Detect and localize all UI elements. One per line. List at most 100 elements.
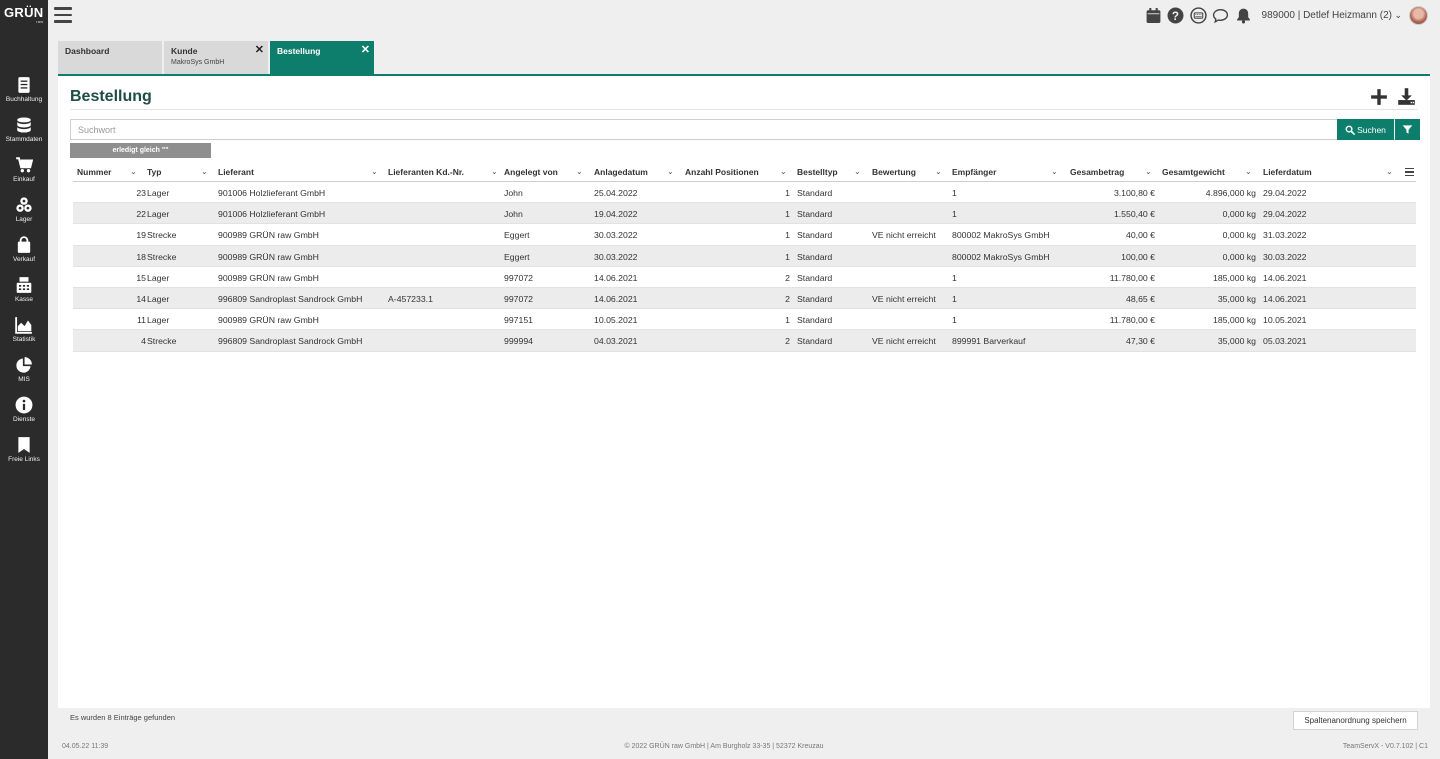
boxes-icon: [16, 197, 32, 212]
chat-icon[interactable]: [1212, 7, 1229, 24]
area-chart-icon: [15, 317, 32, 334]
column-header[interactable]: Lieferant: [218, 167, 254, 177]
close-icon[interactable]: ✕: [361, 43, 370, 56]
table-cell: 996809 Sandroplast Sandrock GmbH: [218, 336, 363, 347]
table-cell: VE nicht erreicht: [872, 230, 936, 241]
tab-kunde[interactable]: Kunde MakroSys GmbH ✕: [164, 41, 268, 75]
active-filter-chip[interactable]: erledigt gleich "": [70, 143, 211, 158]
table-row[interactable]: 22 Lager 901006 Holzlieferant GmbH John 19.0…: [73, 203, 1416, 225]
column-header[interactable]: Anlagedatum: [594, 167, 648, 177]
table-cell: 2: [785, 272, 790, 283]
table-cell: Standard: [797, 293, 833, 304]
sidebar-item-buchhaltung[interactable]: Buchhaltung: [0, 76, 48, 112]
search-button[interactable]: Suchen: [1337, 119, 1394, 140]
table-row[interactable]: 14 Lager 996809 Sandroplast Sandrock GmbH A…: [73, 287, 1416, 310]
table-cell: 2: [785, 293, 790, 304]
table-row[interactable]: 18 Strecke 900989 GRÜN raw GmbH Eggert 30.03…: [73, 245, 1416, 267]
chevron-down-icon[interactable]: ⌄: [1245, 167, 1252, 176]
table-row[interactable]: 15 Lager 900989 GRÜN raw GmbH 997072 14.06.2…: [73, 267, 1416, 288]
chevron-down-icon[interactable]: ⌄: [667, 167, 674, 176]
table-cell: 1: [785, 209, 790, 220]
chevron-down-icon[interactable]: ⌄: [854, 167, 861, 176]
table-cell: 2: [785, 336, 790, 347]
table-row[interactable]: 19 Strecke 900989 GRÜN raw GmbH Eggert 30.03…: [73, 224, 1416, 246]
column-header[interactable]: Gesambetrag: [1070, 167, 1124, 177]
download-icon[interactable]: [1397, 87, 1416, 106]
sidebar-item-freie-links[interactable]: Freie Links: [0, 436, 48, 472]
sidebar-item-kasse[interactable]: Kasse: [0, 276, 48, 312]
sidebar-item-dienste[interactable]: Dienste: [0, 396, 48, 432]
sidebar-item-stammdaten[interactable]: Stammdaten: [0, 116, 48, 152]
column-header[interactable]: Typ: [147, 167, 161, 177]
brand-logo[interactable]: GRÜN raw: [4, 6, 43, 24]
sidebar-item-einkauf[interactable]: Einkauf: [0, 156, 48, 192]
table-cell: Lager: [147, 188, 170, 198]
sidebar-item-lager[interactable]: Lager: [0, 196, 48, 232]
column-header[interactable]: Bestelltyp: [797, 167, 838, 177]
chevron-down-icon[interactable]: ⌄: [130, 167, 137, 176]
user-menu[interactable]: 989000 | Detlef Heizmann (2): [1262, 10, 1392, 21]
table-row[interactable]: 4 Strecke 996809 Sandroplast Sandrock GmbH…: [73, 330, 1416, 352]
table-cell: 185,000 kg: [1213, 315, 1256, 326]
tab-title: Bestellung: [277, 46, 321, 56]
table-cell: 800002 MakroSys GmbH: [952, 251, 1050, 262]
bell-icon[interactable]: [1235, 7, 1252, 24]
table-row[interactable]: 11 Lager 900989 GRÜN raw GmbH 997151 10.05.2…: [73, 309, 1416, 331]
help-icon[interactable]: ?: [1167, 7, 1184, 24]
table-cell: 10.05.2021: [594, 315, 638, 326]
keyboard-icon[interactable]: [1190, 7, 1207, 24]
table-cell: Lager: [147, 315, 170, 326]
tab-bestellung[interactable]: Bestellung ✕: [270, 41, 374, 75]
chevron-down-icon[interactable]: ⌄: [935, 167, 942, 176]
table-cell: 4.896,000 kg: [1205, 188, 1256, 198]
table-cell: Strecke: [147, 336, 177, 347]
column-header[interactable]: Anzahl Positionen: [685, 167, 759, 177]
save-columns-button[interactable]: Spaltenanordnung speichern: [1293, 711, 1418, 730]
chevron-down-icon[interactable]: ⌄: [201, 167, 208, 176]
table-cell: 997072: [504, 293, 533, 304]
add-icon[interactable]: [1370, 88, 1388, 106]
table-cell: 901006 Holzlieferant GmbH: [218, 209, 326, 220]
sidebar-item-mis[interactable]: MIS: [0, 356, 48, 392]
chevron-down-icon[interactable]: ⌄: [780, 167, 787, 176]
table-row[interactable]: 23 Lager 901006 Holzlieferant GmbH John 25.0…: [73, 182, 1416, 204]
cash-register-icon: [16, 277, 32, 293]
menu-icon[interactable]: [54, 7, 72, 23]
close-icon[interactable]: ✕: [255, 43, 264, 56]
chevron-down-icon[interactable]: ⌄: [1051, 167, 1058, 176]
table-cell: 25.04.2022: [594, 188, 638, 198]
table-cell: 48,65 €: [1126, 293, 1155, 304]
avatar[interactable]: [1409, 6, 1428, 25]
column-header[interactable]: Angelegt von: [504, 167, 558, 177]
sidebar-item-verkauf[interactable]: Verkauf: [0, 236, 48, 272]
column-header[interactable]: Bewertung: [872, 167, 916, 177]
sidebar-item-label: Stammdaten: [5, 136, 43, 143]
column-header[interactable]: Lieferdatum: [1263, 167, 1312, 177]
table-cell: 14.06.2021: [594, 272, 638, 283]
table-cell: 14.06.2021: [1263, 293, 1307, 304]
sidebar-item-label: Lager: [15, 216, 33, 223]
column-header[interactable]: Empfänger: [952, 167, 996, 177]
column-header[interactable]: Lieferanten Kd.-Nr.: [388, 167, 464, 177]
sidebar-item-statistik[interactable]: Statistik: [0, 316, 48, 352]
table-cell: 900989 GRÜN raw GmbH: [218, 230, 319, 241]
cart-icon: [16, 157, 33, 173]
column-header[interactable]: Nummer: [77, 167, 111, 177]
column-menu-icon[interactable]: [1405, 168, 1414, 178]
table-cell: 3.100,80 €: [1113, 188, 1155, 198]
table-cell: 0,000 kg: [1222, 251, 1256, 262]
chevron-down-icon[interactable]: ⌄: [576, 167, 583, 176]
chevron-down-icon[interactable]: ⌄: [491, 167, 498, 176]
calendar-icon[interactable]: [1145, 7, 1162, 24]
table-cell: 997151: [504, 315, 533, 326]
chevron-down-icon[interactable]: ⌄: [1386, 167, 1393, 176]
chevron-down-icon[interactable]: ⌄: [1394, 10, 1402, 21]
tab-dashboard[interactable]: Dashboard: [58, 41, 162, 75]
chevron-down-icon[interactable]: ⌄: [371, 167, 378, 176]
table-cell: A-457233.1: [388, 293, 433, 304]
filter-button[interactable]: [1395, 119, 1420, 140]
search-input[interactable]: [71, 120, 1337, 139]
column-header[interactable]: Gesamtgewicht: [1162, 167, 1225, 177]
chevron-down-icon[interactable]: ⌄: [1145, 167, 1152, 176]
orders-table: Nummer ⌄ Typ ⌄ Lieferant ⌄ Lieferanten Kd.-Nr.…: [73, 162, 1416, 352]
